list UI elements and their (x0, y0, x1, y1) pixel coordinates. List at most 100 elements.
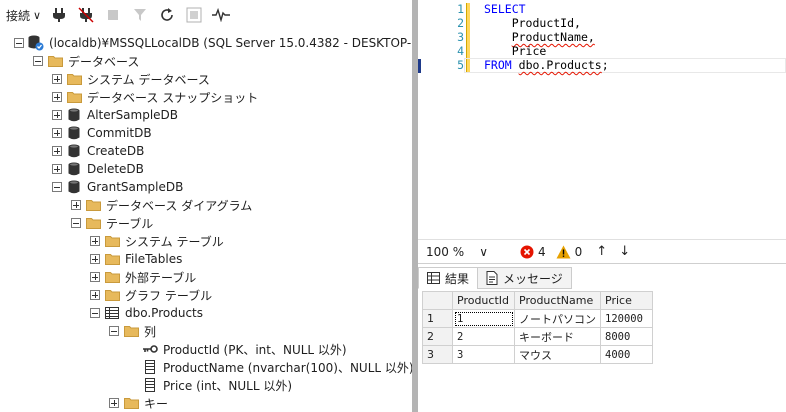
tree-item-label: AlterSampleDB (87, 108, 179, 122)
database-icon (66, 162, 82, 176)
tree-db-createdb[interactable]: CreateDB (52, 142, 144, 160)
connect-plug-icon[interactable] (50, 6, 68, 24)
tree-server[interactable]: (localdb)¥MSSQLLocalDB (SQL Server 15.0.… (14, 34, 412, 52)
collapse-icon[interactable] (52, 182, 62, 192)
refresh-icon[interactable] (158, 6, 176, 24)
tree-db-deletedb[interactable]: DeleteDB (52, 160, 144, 178)
tree-table-dbo-products[interactable]: dbo.Products (90, 304, 203, 322)
results-grid[interactable]: ProductId ProductName Price 1 1 ノートパソコン 120… (422, 291, 653, 364)
connect-dropdown[interactable]: 接続 ∨ (6, 7, 41, 24)
folder-icon (104, 288, 120, 302)
expand-icon[interactable] (90, 290, 100, 300)
results-row[interactable]: 2 2 キーボード 8000 (422, 327, 653, 346)
folder-icon (123, 324, 139, 338)
tree-database-snapshots[interactable]: データベース スナップショット (52, 88, 258, 106)
collapse-icon[interactable] (109, 326, 119, 336)
tree-item-label: システム データベース (87, 72, 210, 87)
row-number-header[interactable] (422, 291, 453, 310)
tree-database-diagrams[interactable]: データベース ダイアグラム (71, 196, 252, 214)
tree-db-altersampledb[interactable]: AlterSampleDB (52, 106, 178, 124)
result-cell[interactable]: 8000 (600, 327, 653, 346)
expand-icon[interactable] (52, 110, 62, 120)
previous-issue-button[interactable]: ↑ (596, 244, 607, 259)
tree-db-commitdb[interactable]: CommitDB (52, 124, 152, 142)
results-row[interactable]: 1 1 ノートパソコン 120000 (422, 309, 653, 328)
filter-icon[interactable] (131, 6, 149, 24)
code-line-4: Price (484, 44, 609, 58)
warning-count[interactable]: 0 (556, 245, 582, 259)
statement-terminator: ; (601, 58, 609, 72)
code-line-2: ProductId, (484, 16, 609, 30)
expand-icon[interactable] (71, 200, 81, 210)
tree-filetables[interactable]: FileTables (90, 250, 182, 268)
summary-icon[interactable] (185, 6, 203, 24)
stop-icon[interactable] (104, 6, 122, 24)
expand-icon[interactable] (90, 254, 100, 264)
next-issue-button[interactable]: ↓ (619, 244, 630, 259)
current-line-marker (418, 59, 421, 73)
activity-monitor-icon[interactable] (212, 6, 231, 24)
tree-keys[interactable]: キー (109, 394, 168, 412)
collapse-icon[interactable] (90, 308, 100, 318)
line-number: 2 (457, 16, 464, 30)
database-icon (66, 126, 82, 140)
result-cell[interactable]: ノートパソコン (514, 309, 601, 328)
tree-column-price[interactable]: Price (int、NULL 以外) (128, 376, 292, 394)
collapse-icon[interactable] (71, 218, 81, 228)
tree-system-tables[interactable]: システム テーブル (90, 232, 224, 250)
tree-columns[interactable]: 列 (109, 322, 156, 340)
result-cell[interactable]: マウス (514, 345, 601, 364)
tree-db-grantsampledb[interactable]: GrantSampleDB (52, 178, 183, 196)
query-editor[interactable]: 1 2 3 4 5 SELECT ProductId, ProductName,… (418, 0, 786, 238)
error-count[interactable]: 4 (520, 245, 546, 259)
result-cell[interactable]: 2 (452, 327, 515, 346)
tab-results[interactable]: 結果 (418, 267, 479, 289)
object-explorer-toolbar: 接続 ∨ (0, 0, 412, 30)
tree-item-label: FileTables (125, 252, 183, 266)
tree-item-label: CreateDB (87, 144, 145, 158)
tree-item-label: ProductId (PK、int、NULL 以外) (163, 342, 347, 357)
expand-icon[interactable] (52, 74, 62, 84)
expand-icon[interactable] (52, 164, 62, 174)
expand-icon[interactable] (52, 128, 62, 138)
result-cell[interactable]: 1 (452, 309, 515, 328)
tab-messages[interactable]: メッセージ (477, 267, 572, 289)
zoom-dropdown[interactable]: 100 % ∨ (422, 242, 492, 262)
tree-system-databases[interactable]: システム データベース (52, 70, 210, 88)
error-count-value: 4 (538, 244, 546, 259)
result-cell[interactable]: 4000 (600, 345, 653, 364)
expand-icon[interactable] (90, 272, 100, 282)
tree-external-tables[interactable]: 外部テーブル (90, 268, 196, 286)
keyword-from: FROM (484, 58, 512, 72)
row-number[interactable]: 2 (422, 327, 453, 346)
tree-column-productid[interactable]: ProductId (PK、int、NULL 以外) (128, 340, 347, 358)
row-number[interactable]: 3 (422, 345, 453, 364)
folder-icon (85, 216, 101, 230)
warning-icon (556, 245, 571, 258)
disconnect-plug-icon[interactable] (77, 6, 95, 24)
tree-graph-tables[interactable]: グラフ テーブル (90, 286, 212, 304)
collapse-icon[interactable] (33, 56, 43, 66)
results-header-row: ProductId ProductName Price (422, 291, 653, 310)
expand-icon[interactable] (90, 236, 100, 246)
keyword-select: SELECT (484, 2, 526, 16)
database-icon (66, 144, 82, 158)
expand-icon[interactable] (52, 92, 62, 102)
column-header[interactable]: ProductName (514, 291, 601, 310)
result-cell[interactable]: 120000 (600, 309, 653, 328)
column-header[interactable]: Price (600, 291, 653, 310)
expand-icon[interactable] (52, 146, 62, 156)
column-icon (142, 360, 158, 374)
tree-tables[interactable]: テーブル (71, 214, 153, 232)
row-number[interactable]: 1 (422, 309, 453, 328)
expand-icon[interactable] (109, 398, 119, 408)
sql-code[interactable]: SELECT ProductId, ProductName, Price FRO… (484, 2, 609, 72)
tree-column-productname[interactable]: ProductName (nvarchar(100)、NULL 以外) (128, 358, 412, 376)
collapse-icon[interactable] (14, 38, 24, 48)
results-row[interactable]: 3 3 マウス 4000 (422, 345, 653, 364)
result-cell[interactable]: 3 (452, 345, 515, 364)
tree-databases[interactable]: データベース (33, 52, 139, 70)
result-cell[interactable]: キーボード (514, 327, 601, 346)
folder-icon (104, 270, 120, 284)
column-header[interactable]: ProductId (452, 291, 515, 310)
